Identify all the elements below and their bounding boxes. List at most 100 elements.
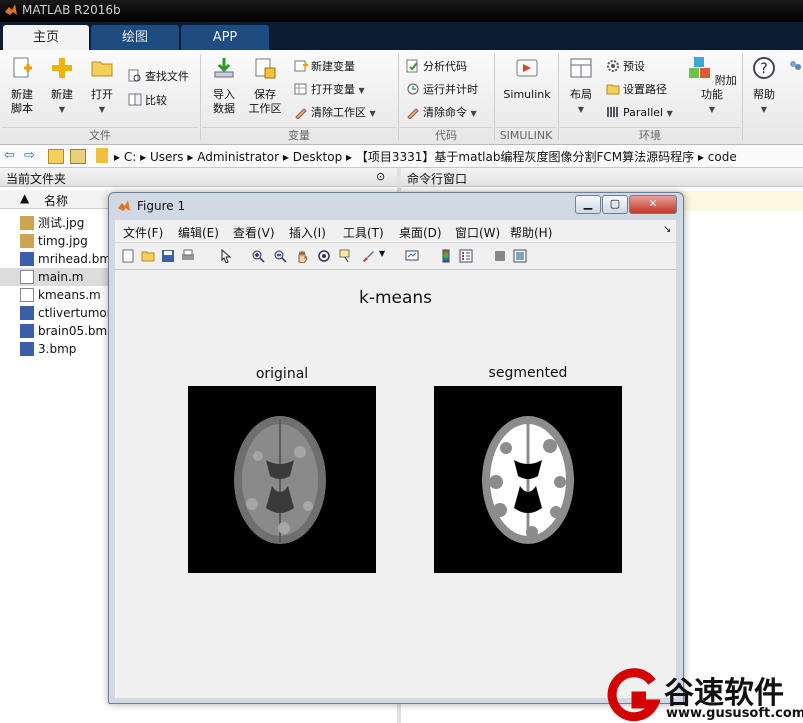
list-item[interactable]: timg.jpg (20, 232, 88, 250)
simulink-icon (516, 59, 538, 77)
rotate-3d-icon[interactable] (317, 249, 331, 263)
menu-dock-arrow-icon[interactable]: ↘ (663, 224, 671, 235)
list-item[interactable]: 3.bmp (20, 340, 76, 358)
menu-edit[interactable]: 编辑(E) (178, 224, 219, 241)
path-segment-administrator[interactable]: Administrator (197, 150, 279, 164)
help-label: 帮助 (753, 88, 775, 101)
open-button[interactable]: 打开 ▼ (84, 56, 120, 117)
zoom-out-icon[interactable] (273, 249, 287, 263)
legend-icon[interactable] (459, 249, 473, 263)
up-folder-icon[interactable] (48, 149, 64, 164)
new-plus-icon (52, 58, 72, 78)
path-segment-code[interactable]: code (708, 150, 737, 164)
preferences-button[interactable]: 预设 (606, 58, 645, 76)
open-label: 打开 (91, 88, 113, 101)
parallel-button[interactable]: Parallel ▼ (606, 104, 673, 122)
folder-icon (96, 148, 108, 163)
open-file-icon[interactable] (141, 249, 155, 263)
ribbon-separator (398, 54, 399, 140)
save-workspace-button[interactable]: 保存 工作区 (246, 56, 284, 116)
set-path-label: 设置路径 (623, 83, 667, 96)
menu-tools[interactable]: 工具(T) (343, 224, 384, 241)
community-icon-button[interactable] (788, 58, 803, 76)
zoom-in-icon[interactable] (251, 249, 265, 263)
print-icon[interactable] (181, 249, 195, 263)
jpg-file-icon (20, 216, 34, 230)
current-folder-title: 当前文件夹 (6, 172, 67, 186)
pan-hand-icon[interactable] (295, 249, 309, 263)
command-window-header: 命令行窗口 (401, 168, 803, 187)
path-segment-desktop[interactable]: Desktop (293, 150, 343, 164)
path-separator: ▸ (187, 150, 198, 164)
file-name: timg.jpg (38, 234, 88, 248)
path-segment-users[interactable]: Users (150, 150, 184, 164)
open-variable-button[interactable]: 打开变量 ▼ (294, 81, 365, 99)
list-item[interactable]: mrihead.bmp (20, 250, 119, 268)
menu-view[interactable]: 查看(V) (233, 224, 275, 241)
file-name: 测试.jpg (38, 216, 85, 230)
show-plot-tools-icon[interactable] (513, 249, 527, 263)
ribbon-separator (200, 54, 201, 140)
help-caret-icon: ▼ (760, 105, 768, 114)
save-figure-icon[interactable] (161, 249, 175, 263)
panel-menu-icon[interactable]: ⊙ (376, 170, 385, 183)
close-button[interactable]: ✕ (629, 195, 677, 214)
maximize-button[interactable]: ▢ (602, 195, 628, 214)
figure-canvas[interactable]: k-means original segmented (115, 270, 676, 698)
list-item[interactable]: brain05.bmp (20, 322, 115, 340)
help-button[interactable]: ? 帮助 ▼ (748, 56, 780, 117)
data-cursor-icon[interactable] (339, 249, 353, 263)
bmp-file-icon (20, 342, 34, 356)
menu-window[interactable]: 窗口(W) (455, 224, 500, 241)
browse-folder-icon[interactable] (70, 149, 86, 164)
back-arrow-icon[interactable]: ⇦ (4, 148, 15, 163)
list-item-selected[interactable]: main.m (0, 268, 108, 286)
link-plot-icon[interactable] (405, 249, 419, 263)
file-column-header[interactable]: ▲ 名称 (0, 190, 108, 209)
tab-home[interactable]: 主页 (3, 25, 89, 50)
path-segment-drive[interactable]: C: (124, 150, 136, 164)
addons-button[interactable]: 附加功能 ▼ (686, 56, 738, 117)
clear-commands-button[interactable]: 清除命令 ▼ (406, 104, 477, 122)
path-segment-project[interactable]: 【项目3331】基于matlab编程灰度图像分割FCM算法源码程序 (356, 150, 694, 164)
menu-insert[interactable]: 插入(I) (289, 224, 326, 241)
new-button[interactable]: 新建 ▼ (44, 56, 80, 117)
simulink-button[interactable]: Simulink (500, 56, 554, 102)
axes-title-original: original (255, 366, 309, 382)
list-item[interactable]: 测试.jpg (20, 214, 84, 232)
minimize-button[interactable]: ▁ (575, 195, 601, 214)
figure-suptitle: k-means (358, 288, 433, 308)
colorbar-icon[interactable] (439, 249, 453, 263)
new-script-icon (13, 57, 32, 78)
brush-dropdown-caret-icon[interactable]: ▼ (379, 249, 385, 258)
new-variable-button[interactable]: 新建变量 (294, 58, 355, 76)
tab-apps[interactable]: APP (181, 25, 269, 50)
matlab-logo-icon (5, 4, 17, 15)
pointer-arrow-icon[interactable] (219, 249, 233, 263)
minimize-icon: ▁ (583, 197, 593, 210)
clear-workspace-button[interactable]: 清除工作区 ▼ (294, 104, 376, 122)
analyze-code-button[interactable]: 分析代码 (406, 58, 467, 76)
layout-button[interactable]: 布局 ▼ (564, 56, 598, 117)
forward-arrow-icon[interactable]: ⇨ (24, 148, 35, 163)
menu-file[interactable]: 文件(F) (123, 224, 163, 241)
compare-button[interactable]: 比较 (128, 92, 167, 110)
list-item[interactable]: kmeans.m (20, 286, 101, 304)
import-data-button[interactable]: 导入 数据 (206, 56, 242, 116)
new-script-button[interactable]: 新建 脚本 (4, 56, 40, 116)
figure-title-bar[interactable]: Figure 1 ▁ ▢ ✕ (109, 193, 683, 219)
menu-help[interactable]: 帮助(H) (510, 224, 552, 241)
tab-plots[interactable]: 绘图 (91, 25, 179, 50)
find-files-button[interactable]: 查找文件 (128, 68, 189, 86)
clear-workspace-label: 清除工作区 (311, 106, 366, 119)
brush-icon[interactable] (361, 249, 375, 263)
community-icon (790, 61, 801, 70)
set-path-button[interactable]: 设置路径 (606, 81, 667, 99)
list-item[interactable]: ctlivertumor (20, 304, 112, 322)
hide-plot-tools-icon[interactable] (493, 249, 507, 263)
group-environment-label: 环境 (560, 127, 740, 143)
menu-desktop[interactable]: 桌面(D) (399, 224, 442, 241)
run-and-time-label: 运行并计时 (423, 83, 478, 96)
new-figure-icon[interactable] (121, 249, 135, 263)
run-and-time-button[interactable]: 运行并计时 (406, 81, 478, 99)
